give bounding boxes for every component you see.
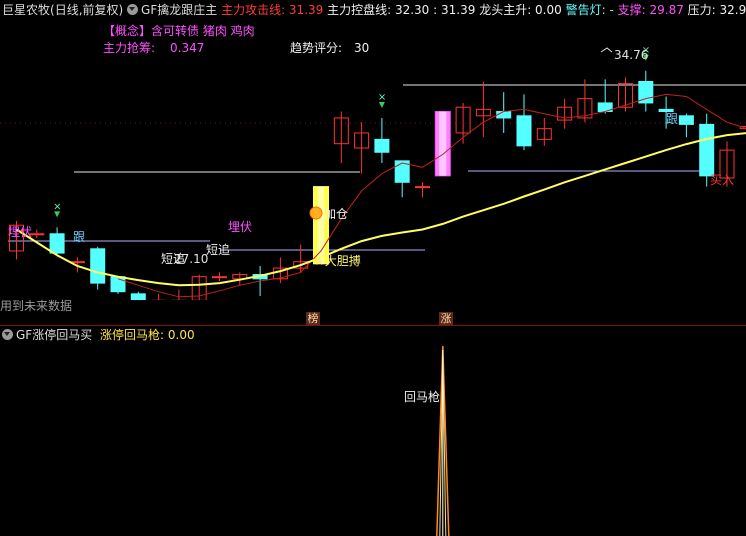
follow-label-2: 跟 — [666, 112, 679, 126]
candle — [496, 92, 512, 133]
candle-body — [415, 186, 430, 189]
candle — [333, 111, 349, 163]
candle-body — [49, 233, 65, 254]
future-data-note: 用到未来数据 — [0, 299, 73, 313]
candle — [415, 182, 430, 198]
candle-body — [496, 111, 512, 119]
lower-indicator-chart[interactable] — [0, 328, 746, 536]
candle — [536, 117, 552, 146]
follow-label-1: 跟 — [73, 230, 86, 244]
candle-body — [212, 276, 227, 279]
ambush-label-2: 埋伏 — [228, 220, 253, 234]
candle — [638, 70, 654, 112]
high-price-label: 34.76 — [614, 48, 649, 62]
short-chase-label-2: 短追 — [206, 243, 231, 257]
candle-body — [374, 138, 390, 153]
candle — [434, 111, 451, 177]
green-signal-marker: × — [378, 92, 386, 108]
limit-up-candle-highlight — [317, 186, 325, 264]
candle — [212, 272, 227, 281]
candle — [130, 291, 146, 300]
horse-gun-signal-label: 回马枪! — [404, 390, 445, 404]
candle-body — [678, 115, 694, 125]
candle-body — [699, 123, 715, 177]
signal-x-icon: × — [378, 92, 386, 103]
candle — [516, 94, 532, 151]
high-price-marker-icon — [600, 47, 613, 53]
candle — [293, 244, 309, 273]
candle — [313, 186, 329, 265]
candle — [151, 293, 167, 300]
signal-x-icon: × — [53, 201, 61, 212]
candle — [90, 246, 106, 290]
panel-separator[interactable] — [0, 325, 746, 326]
candle — [475, 81, 491, 138]
limit-up-tag[interactable]: 涨 — [439, 312, 453, 325]
ranking-tag[interactable]: 榜 — [306, 312, 320, 325]
candle — [597, 79, 613, 114]
candle — [557, 98, 573, 129]
bold-bet-label: ★大胆搏 — [314, 254, 361, 268]
candle — [354, 122, 370, 174]
limit-up-candle-highlight — [439, 111, 447, 176]
red-ma-line — [117, 93, 746, 298]
candle — [374, 117, 390, 163]
short-chase-label-1: 短追 — [161, 252, 186, 266]
candle-body — [516, 115, 532, 147]
signal-arrow-icon — [54, 211, 61, 218]
candle — [678, 113, 694, 138]
yellow-ma-line — [15, 132, 746, 287]
candle — [171, 289, 187, 300]
candle-body — [90, 248, 106, 284]
candle — [394, 160, 410, 198]
buy-label: 买入 — [710, 173, 735, 187]
ambush-label-1: 埋伏 — [8, 225, 33, 239]
add-position-icon — [309, 206, 323, 220]
candle-body — [130, 293, 146, 300]
signal-arrow-icon — [378, 101, 385, 108]
add-position-label: 加仓 — [324, 207, 349, 221]
candlestick-chart[interactable]: ××× — [0, 0, 746, 300]
green-signal-marker: × — [53, 201, 61, 218]
